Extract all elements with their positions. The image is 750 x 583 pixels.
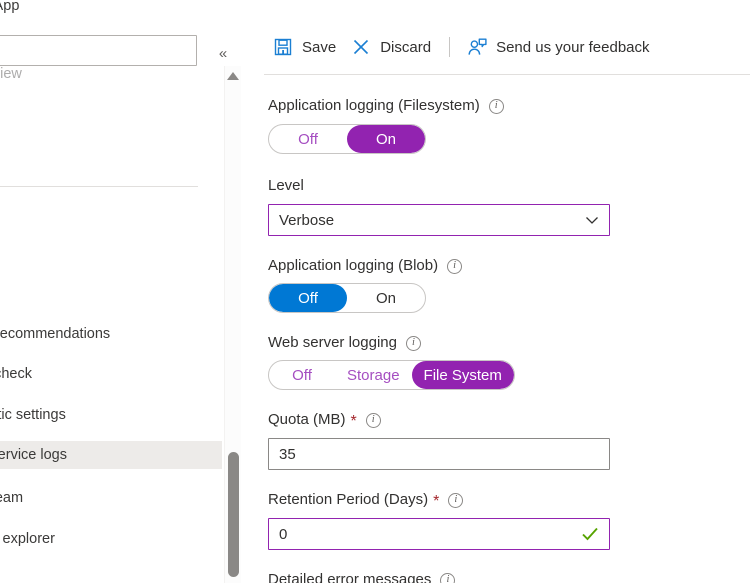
search-input[interactable]: h bbox=[0, 35, 197, 66]
scrollbar-thumb[interactable] bbox=[228, 452, 239, 577]
azure-portal-app-service-logs-blade: o App h erview ng scsor recommendationsh… bbox=[0, 0, 750, 583]
info-icon[interactable]: i bbox=[447, 259, 462, 274]
field-application-logging-blob: Application logging (Blob) i Off On bbox=[268, 256, 728, 313]
info-icon[interactable]: i bbox=[489, 99, 504, 114]
retention-period-label: Retention Period (Days) bbox=[268, 490, 428, 510]
field-application-logging-filesystem: Application logging (Filesystem) i Off O… bbox=[268, 96, 728, 154]
retention-period-input-value: 0 bbox=[279, 526, 287, 543]
close-icon bbox=[350, 36, 372, 58]
application-logging-blob-toggle[interactable]: Off On bbox=[268, 283, 426, 313]
sidebar-item-log-stream[interactable]: tream bbox=[0, 484, 222, 512]
sidebar-item-health-check[interactable]: h check bbox=[0, 360, 222, 388]
quota-input[interactable]: 35 bbox=[268, 438, 610, 470]
sidebar-scrollbar[interactable] bbox=[224, 66, 241, 583]
sidebar-item-label: or recommendations bbox=[0, 326, 110, 342]
application-logging-filesystem-toggle[interactable]: Off On bbox=[268, 124, 426, 154]
command-bar-separator bbox=[449, 37, 450, 57]
level-label: Level bbox=[268, 176, 304, 196]
required-asterisk: * bbox=[433, 494, 439, 510]
send-feedback-button-label: Send us your feedback bbox=[496, 39, 649, 56]
save-button-label: Save bbox=[302, 39, 336, 56]
web-server-logging-label: Web server logging bbox=[268, 333, 397, 353]
breadcrumb: o App bbox=[0, 0, 20, 14]
application-logging-blob-option-on[interactable]: On bbox=[347, 284, 425, 312]
sidebar-item-app-service-logs[interactable]: Service logs bbox=[0, 441, 222, 469]
field-level: Level Verbose bbox=[268, 176, 728, 236]
sidebar-item-alerts[interactable]: s bbox=[0, 198, 222, 226]
sidebar: o App h erview ng scsor recommendationsh… bbox=[0, 0, 222, 583]
retention-period-label-row: Retention Period (Days) * i bbox=[268, 490, 728, 510]
sidebar-item-advisor-recommendations[interactable]: or recommendations bbox=[0, 320, 222, 348]
field-web-server-logging: Web server logging i Off Storage File Sy… bbox=[268, 333, 728, 390]
quota-label: Quota (MB) bbox=[268, 410, 346, 430]
discard-button-label: Discard bbox=[380, 39, 431, 56]
field-quota: Quota (MB) * i 35 bbox=[268, 410, 728, 470]
detailed-error-messages-label-row: Detailed error messages i bbox=[268, 570, 728, 583]
field-retention-period: Retention Period (Days) * i 0 bbox=[268, 490, 728, 550]
sidebar-divider bbox=[0, 186, 198, 187]
web-server-logging-toggle[interactable]: Off Storage File System bbox=[268, 360, 515, 390]
send-feedback-button[interactable]: Send us your feedback bbox=[462, 30, 659, 64]
application-logging-filesystem-label-row: Application logging (Filesystem) i bbox=[268, 96, 728, 116]
web-server-logging-label-row: Web server logging i bbox=[268, 333, 728, 353]
sidebar-item-label: ostic settings bbox=[0, 407, 66, 423]
logs-settings-form: Application logging (Filesystem) i Off O… bbox=[268, 96, 728, 583]
level-label-row: Level bbox=[268, 176, 728, 196]
info-icon[interactable]: i bbox=[440, 573, 455, 583]
detailed-error-messages-label: Detailed error messages bbox=[268, 570, 431, 583]
application-logging-filesystem-label: Application logging (Filesystem) bbox=[268, 96, 480, 116]
sidebar-item-label: tream bbox=[0, 490, 23, 506]
sidebar-item-diagnostic-settings[interactable]: ostic settings bbox=[0, 401, 222, 429]
save-button[interactable]: Save bbox=[268, 30, 346, 64]
sidebar-item-metrics[interactable]: cs bbox=[0, 238, 222, 266]
field-detailed-error-messages: Detailed error messages i bbox=[268, 570, 728, 583]
search-input-value: h bbox=[0, 43, 1, 59]
sidebar-item-overview[interactable]: erview bbox=[0, 66, 22, 82]
quota-input-value: 35 bbox=[279, 446, 296, 463]
info-icon[interactable]: i bbox=[448, 493, 463, 508]
required-asterisk: * bbox=[351, 414, 357, 430]
application-logging-filesystem-option-off[interactable]: Off bbox=[269, 125, 347, 153]
info-icon[interactable]: i bbox=[366, 413, 381, 428]
retention-period-input[interactable]: 0 bbox=[268, 518, 610, 550]
discard-button[interactable]: Discard bbox=[346, 30, 441, 64]
sidebar-item-label: Service logs bbox=[0, 447, 67, 463]
info-icon[interactable]: i bbox=[406, 336, 421, 351]
web-server-logging-option-storage[interactable]: Storage bbox=[335, 361, 412, 389]
application-logging-blob-option-off[interactable]: Off bbox=[269, 284, 347, 312]
web-server-logging-option-file-system[interactable]: File System bbox=[412, 361, 514, 389]
quota-label-row: Quota (MB) * i bbox=[268, 410, 728, 430]
command-bar: Save Discard bbox=[244, 26, 750, 68]
sidebar-item-label: h check bbox=[0, 366, 32, 382]
main-pane: Save Discard bbox=[244, 0, 750, 583]
sidebar-item-process-explorer[interactable]: ss explorer bbox=[0, 525, 222, 553]
feedback-person-icon bbox=[466, 36, 488, 58]
level-select[interactable]: Verbose bbox=[268, 204, 610, 236]
valid-checkmark-icon bbox=[580, 524, 600, 544]
application-logging-filesystem-option-on[interactable]: On bbox=[347, 125, 425, 153]
command-bar-underline bbox=[264, 74, 750, 75]
scroll-up-arrow-icon[interactable] bbox=[227, 72, 239, 80]
chevron-down-icon bbox=[584, 212, 600, 228]
application-logging-blob-label-row: Application logging (Blob) i bbox=[268, 256, 728, 276]
level-select-value: Verbose bbox=[279, 212, 334, 229]
save-icon bbox=[272, 36, 294, 58]
collapse-panel-icon[interactable]: « bbox=[212, 42, 234, 64]
application-logging-blob-label: Application logging (Blob) bbox=[268, 256, 438, 276]
web-server-logging-option-off[interactable]: Off bbox=[269, 361, 335, 389]
sidebar-item-label: ss explorer bbox=[0, 531, 55, 547]
